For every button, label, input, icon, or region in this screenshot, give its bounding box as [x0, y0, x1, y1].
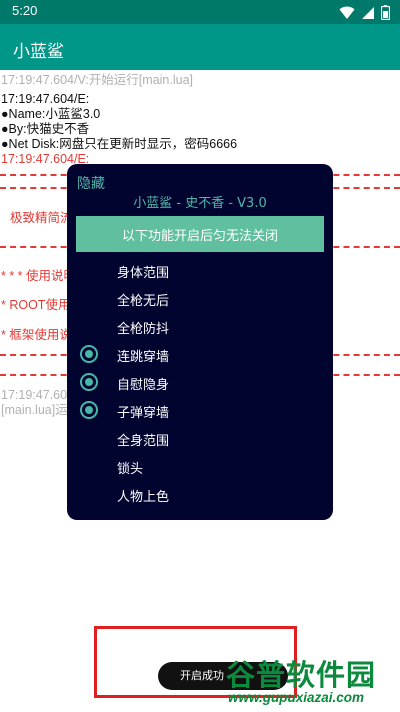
watermark-url: www.gupuxiazai.com [228, 690, 365, 705]
status-icons [339, 5, 390, 20]
option-jump-wallhack[interactable]: 连跳穿墙 [67, 340, 333, 368]
app-title: 小蓝鲨 [13, 42, 64, 62]
signal-icon [362, 6, 374, 19]
watermark: 谷普软件园 www.gupuxiazai.com [222, 652, 400, 712]
radio-button[interactable] [80, 373, 98, 391]
option-headlock[interactable]: 锁头 [67, 452, 333, 480]
option-label: 子弹穿墙 [117, 406, 170, 421]
warning-banner: 以下功能开启后匀无法关闭 [76, 216, 324, 252]
option-no-recoil[interactable]: 全枪无后 [67, 284, 333, 312]
option-body-range[interactable]: 身体范围 [67, 256, 333, 284]
log-line: 极致精简流 [10, 211, 73, 225]
log-line: * ROOT使用 [1, 298, 71, 312]
radio-button[interactable] [80, 289, 98, 307]
app-bar: 小蓝鲨 [0, 24, 400, 70]
option-label: 锁头 [117, 462, 144, 477]
status-bar: 5:20 [0, 0, 400, 24]
option-label: 全枪防抖 [117, 322, 170, 337]
feature-dialog: 隐藏 小蓝鲨 - 史不香 - V3.0 以下功能开启后匀无法关闭 身体范围 全枪… [67, 164, 333, 520]
option-player-color[interactable]: 人物上色 [67, 480, 333, 508]
radio-button[interactable] [80, 261, 98, 279]
radio-button[interactable] [80, 317, 98, 335]
option-bullet-wallhack[interactable]: 子弹穿墙 [67, 396, 333, 424]
option-label: 全枪无后 [117, 294, 170, 309]
option-label: 全身范围 [117, 434, 170, 449]
log-line: 17:19:47.604/V:开始运行[main.lua] [1, 73, 193, 87]
log-line: [main.lua]运 [1, 403, 68, 417]
option-label: 人物上色 [117, 490, 170, 505]
log-line: * * * 使用说明 [1, 269, 77, 283]
option-label: 自慰隐身 [117, 378, 170, 393]
status-time: 5:20 [12, 3, 38, 18]
watermark-name: 谷普软件园 [226, 658, 377, 692]
hide-button[interactable]: 隐藏 [77, 173, 105, 193]
option-anti-shake[interactable]: 全枪防抖 [67, 312, 333, 340]
option-full-body-range[interactable]: 全身范围 [67, 424, 333, 452]
dialog-title: 小蓝鲨 - 史不香 - V3.0 [133, 196, 267, 211]
log-line: * 框架使用说 [1, 328, 72, 342]
battery-icon [381, 5, 390, 20]
radio-button[interactable] [80, 457, 98, 475]
option-invisible[interactable]: 自慰隐身 [67, 368, 333, 396]
wifi-icon [339, 6, 355, 19]
radio-button[interactable] [80, 485, 98, 503]
option-label: 身体范围 [117, 266, 170, 281]
radio-button[interactable] [80, 345, 98, 363]
radio-button[interactable] [80, 401, 98, 419]
radio-button[interactable] [80, 429, 98, 447]
option-label: 连跳穿墙 [117, 350, 170, 365]
